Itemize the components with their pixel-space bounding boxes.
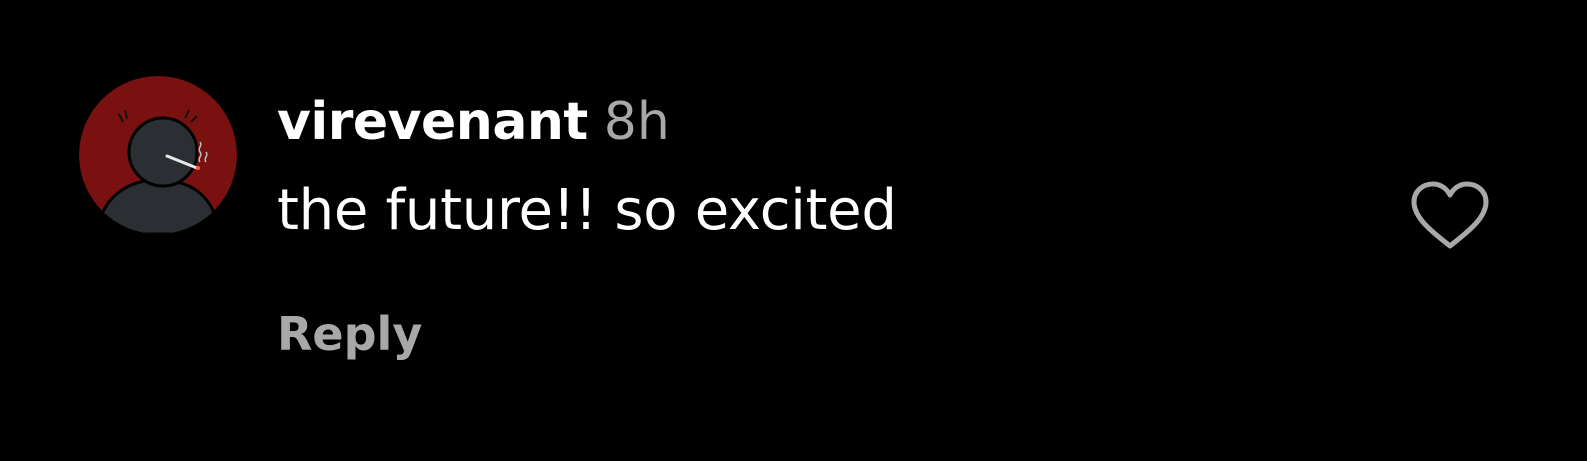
- avatar-icon: [79, 76, 237, 234]
- timestamp: 8h: [603, 92, 670, 152]
- comment: virevenant 8h the future!! so excited Re…: [0, 0, 1587, 461]
- comment-text: the future!! so excited: [277, 178, 897, 243]
- reply-button[interactable]: Reply: [277, 307, 422, 361]
- comment-header: virevenant 8h: [277, 92, 670, 162]
- heart-outline-icon: [1411, 181, 1489, 249]
- avatar[interactable]: [79, 76, 237, 234]
- like-button[interactable]: [1408, 180, 1492, 252]
- username[interactable]: virevenant: [277, 92, 588, 152]
